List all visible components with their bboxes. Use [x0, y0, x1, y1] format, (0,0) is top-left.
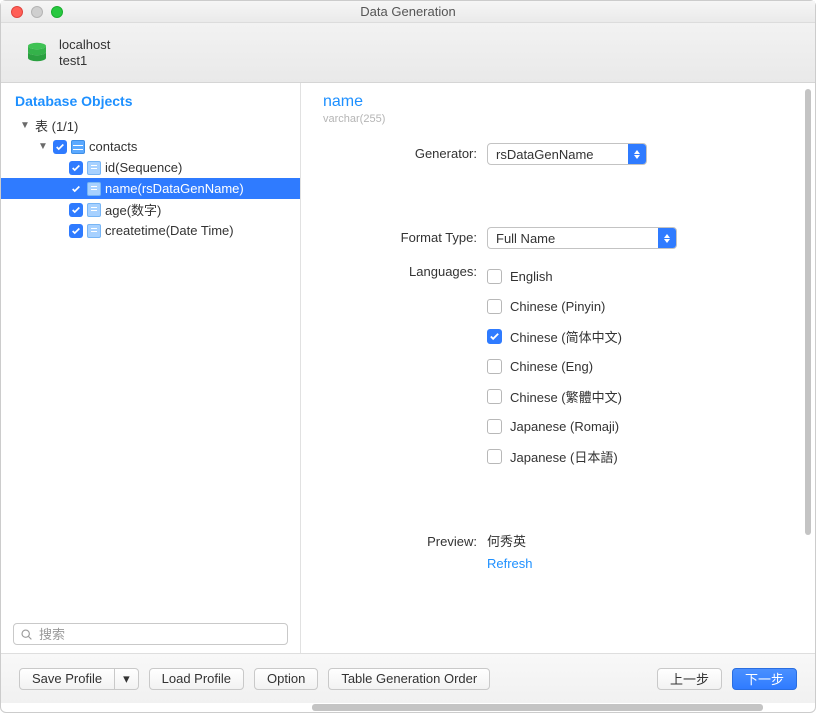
tree-root[interactable]: ▼ 表 (1/1): [1, 115, 300, 136]
format-select[interactable]: Full Name: [487, 227, 677, 249]
search-icon: [20, 628, 33, 641]
checkbox-checked-icon[interactable]: [69, 224, 83, 238]
column-icon: [87, 203, 101, 217]
stepper-arrows-icon: [628, 144, 646, 164]
languages-label: Languages:: [323, 261, 487, 279]
language-option[interactable]: Chinese (繁體中文): [487, 381, 789, 411]
language-option[interactable]: Japanese (日本語): [487, 441, 789, 471]
refresh-link[interactable]: Refresh: [487, 556, 789, 571]
tree-root-label: 表 (1/1): [35, 116, 78, 135]
save-profile-button[interactable]: Save Profile: [19, 668, 115, 690]
tree-column[interactable]: id(Sequence): [1, 157, 300, 178]
language-option[interactable]: Chinese (Pinyin): [487, 291, 789, 321]
generator-value: rsDataGenName: [488, 147, 628, 162]
field-title: name: [323, 93, 789, 111]
table-generation-order-button[interactable]: Table Generation Order: [328, 668, 490, 690]
language-option[interactable]: English: [487, 261, 789, 291]
footer-toolbar: Save Profile ▾ Load Profile Option Table…: [1, 653, 815, 703]
field-datatype: varchar(255): [323, 113, 789, 125]
horizontal-scrollbar[interactable]: [312, 704, 802, 711]
tree-column-label: id(Sequence): [105, 160, 182, 175]
checkbox-checked-icon[interactable]: [487, 329, 502, 344]
tree-column-label: age(数字): [105, 200, 161, 219]
format-label: Format Type:: [323, 227, 487, 245]
language-label: Japanese (Romaji): [510, 419, 619, 434]
column-icon: [87, 224, 101, 238]
chevron-down-icon[interactable]: ▼: [19, 120, 31, 132]
table-icon: [71, 140, 85, 154]
generator-label: Generator:: [323, 143, 487, 161]
tree-column[interactable]: name(rsDataGenName): [1, 178, 300, 199]
window-titlebar: Data Generation: [1, 1, 815, 23]
tree-table-label: contacts: [89, 139, 137, 154]
chevron-down-icon[interactable]: ▼: [37, 141, 49, 153]
checkbox-checked-icon[interactable]: [69, 161, 83, 175]
format-value: Full Name: [488, 231, 658, 246]
preview-value: 何秀英: [487, 531, 789, 550]
tree-column[interactable]: createtime(Date Time): [1, 220, 300, 241]
search-field[interactable]: [39, 627, 281, 642]
option-button[interactable]: Option: [254, 668, 318, 690]
checkbox-checked-icon[interactable]: [69, 182, 83, 196]
object-tree[interactable]: ▼ 表 (1/1) ▼ contacts id(Sequence) nam: [1, 115, 300, 617]
languages-list: English Chinese (Pinyin) Chinese (简体中文) …: [487, 261, 789, 471]
language-option[interactable]: Chinese (Eng): [487, 351, 789, 381]
search-input[interactable]: [13, 623, 288, 645]
checkbox-unchecked-icon[interactable]: [487, 269, 502, 284]
next-button[interactable]: 下一步: [732, 668, 797, 690]
language-label: Chinese (简体中文): [510, 327, 622, 346]
generator-select[interactable]: rsDataGenName: [487, 143, 647, 165]
tree-column-label: name(rsDataGenName): [105, 181, 244, 196]
checkbox-checked-icon[interactable]: [53, 140, 67, 154]
load-profile-button[interactable]: Load Profile: [149, 668, 244, 690]
column-icon: [87, 161, 101, 175]
tree-column-label: createtime(Date Time): [105, 223, 234, 238]
sidebar: Database Objects ▼ 表 (1/1) ▼ contacts id…: [1, 83, 301, 653]
tree-column[interactable]: age(数字): [1, 199, 300, 220]
language-option[interactable]: Chinese (简体中文): [487, 321, 789, 351]
language-option[interactable]: Japanese (Romaji): [487, 411, 789, 441]
checkbox-unchecked-icon[interactable]: [487, 419, 502, 434]
stepper-arrows-icon: [658, 228, 676, 248]
language-label: Japanese (日本語): [510, 447, 618, 466]
checkbox-unchecked-icon[interactable]: [487, 449, 502, 464]
checkbox-checked-icon[interactable]: [69, 203, 83, 217]
connection-header: localhost test1: [1, 23, 815, 83]
language-label: Chinese (Pinyin): [510, 299, 605, 314]
language-label: Chinese (Eng): [510, 359, 593, 374]
vertical-scrollbar[interactable]: [805, 89, 811, 647]
tree-table[interactable]: ▼ contacts: [1, 136, 300, 157]
checkbox-unchecked-icon[interactable]: [487, 389, 502, 404]
detail-panel: name varchar(255) Generator: rsDataGenNa…: [301, 83, 815, 653]
database-icon: [25, 41, 49, 65]
language-label: Chinese (繁體中文): [510, 387, 622, 406]
checkbox-unchecked-icon[interactable]: [487, 359, 502, 374]
save-profile-dropdown[interactable]: ▾: [115, 668, 139, 690]
previous-button[interactable]: 上一步: [657, 668, 722, 690]
sidebar-title: Database Objects: [1, 93, 300, 115]
window-title: Data Generation: [1, 4, 815, 19]
schema-label: test1: [59, 53, 110, 69]
checkbox-unchecked-icon[interactable]: [487, 299, 502, 314]
column-icon: [87, 182, 101, 196]
language-label: English: [510, 269, 553, 284]
chevron-down-icon: ▾: [123, 671, 130, 687]
host-label: localhost: [59, 37, 110, 53]
preview-label: Preview:: [323, 531, 487, 549]
save-profile-split-button[interactable]: Save Profile ▾: [19, 668, 139, 690]
main-split: Database Objects ▼ 表 (1/1) ▼ contacts id…: [1, 83, 815, 653]
